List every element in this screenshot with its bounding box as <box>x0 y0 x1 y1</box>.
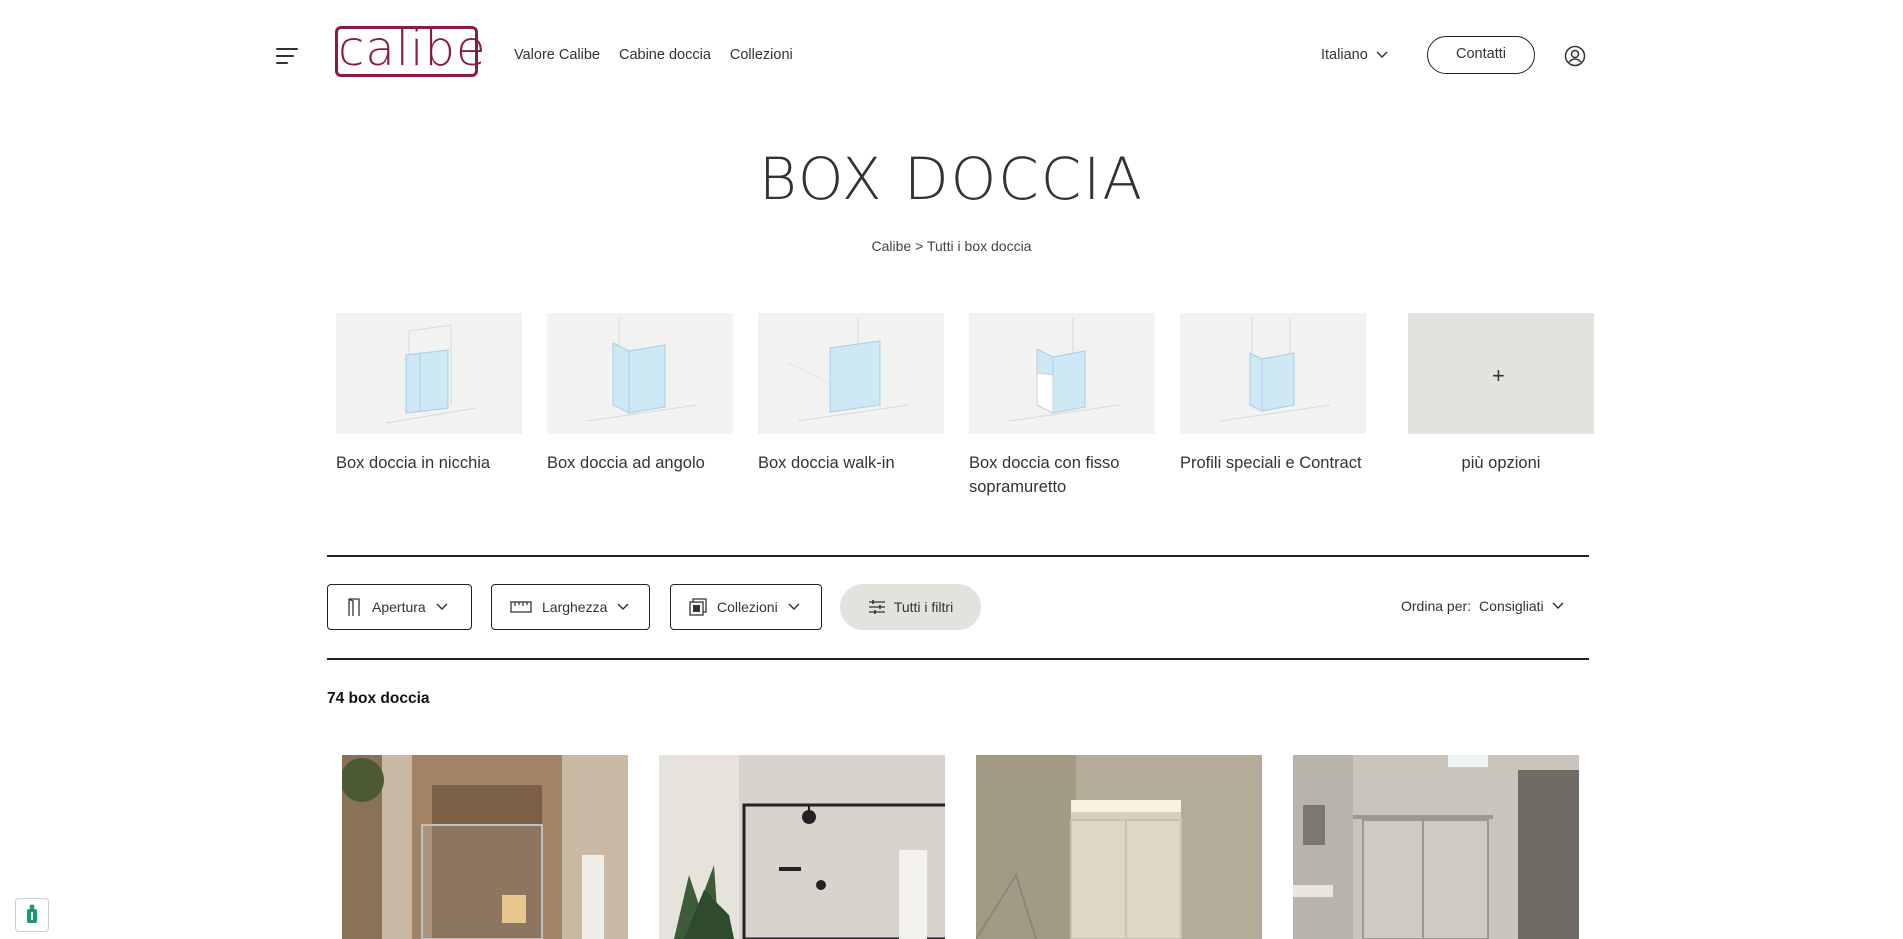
category-card-walk-in[interactable]: Box doccia walk-in <box>758 313 944 475</box>
shower-niche-illustration <box>385 324 477 424</box>
chevron-down-icon <box>436 603 448 611</box>
more-options-tile[interactable]: + <box>1408 313 1594 434</box>
breadcrumb-current: Tutti i box doccia <box>926 238 1032 254</box>
chevron-down-icon <box>617 603 629 611</box>
shower-special-illustration <box>1219 318 1331 422</box>
category-thumb[interactable] <box>547 313 733 434</box>
ruler-icon <box>510 601 532 613</box>
plus-icon: + <box>1492 363 1505 388</box>
category-label: Box doccia in nicchia <box>336 454 491 472</box>
category-card-contract[interactable]: Profili speciali e Contract <box>1180 313 1366 475</box>
page-title: BOX DOCCIA <box>758 145 1145 213</box>
product-photo <box>659 755 945 939</box>
nav-valore-calibe[interactable]: Valore Calibe <box>514 47 600 63</box>
product-photo <box>342 755 628 939</box>
sort-label: Ordina per: <box>1401 598 1472 614</box>
category-card-angolo[interactable]: Box doccia ad angolo <box>547 313 733 475</box>
main-nav: Valore Calibe Cabine doccia Collezioni <box>514 47 793 63</box>
sort-value: Consigliati <box>1479 598 1544 614</box>
cookie-settings-button[interactable] <box>15 898 49 932</box>
divider <box>327 555 1589 557</box>
product-card-image[interactable] <box>659 755 945 939</box>
shower-fixed-wall-illustration <box>1008 318 1120 422</box>
language-selector[interactable]: Italiano <box>1321 47 1388 63</box>
product-card-image[interactable] <box>1293 755 1579 939</box>
filter-width[interactable]: Larghezza <box>491 584 650 630</box>
contact-button[interactable]: Contatti <box>1427 36 1535 74</box>
cookie-icon <box>27 904 37 923</box>
category-label: Box doccia con fisso sopramuretto <box>969 454 1120 496</box>
hamburger-icon[interactable] <box>276 45 302 67</box>
category-thumb[interactable] <box>336 313 522 434</box>
site-header: calibe Valore Calibe Cabine doccia Colle… <box>0 0 1903 110</box>
collection-icon <box>689 598 707 616</box>
shower-walkin-illustration <box>787 318 909 422</box>
category-thumb[interactable] <box>758 313 944 434</box>
category-label: Profili speciali e Contract <box>1180 454 1362 472</box>
nav-collezioni[interactable]: Collezioni <box>730 47 793 63</box>
results-count: 74 box doccia <box>327 690 430 707</box>
category-label: Box doccia ad angolo <box>547 454 705 472</box>
product-card-image[interactable] <box>976 755 1262 939</box>
category-card-sopramuretto[interactable]: Box doccia con fisso sopramuretto <box>969 313 1155 499</box>
divider <box>327 658 1589 660</box>
chevron-down-icon <box>788 603 800 611</box>
breadcrumb: Calibe > Tutti i box doccia <box>0 238 1903 254</box>
filter-label: Larghezza <box>542 599 608 615</box>
category-label: più opzioni <box>1461 454 1541 472</box>
filter-collections[interactable]: Collezioni <box>670 584 822 630</box>
product-photo <box>1293 755 1579 939</box>
calibe-logo[interactable]: calibe <box>335 25 485 77</box>
sort-dropdown[interactable]: Consigliati <box>1479 598 1564 614</box>
sort-control: Ordina per: Consigliati <box>1401 598 1564 614</box>
user-icon[interactable] <box>1564 45 1586 67</box>
filter-opening[interactable]: Apertura <box>327 584 472 630</box>
filter-label: Apertura <box>372 599 426 615</box>
breadcrumb-separator: > <box>915 238 924 254</box>
category-card-more-options[interactable]: + più opzioni <box>1408 313 1594 475</box>
language-label: Italiano <box>1321 47 1368 63</box>
breadcrumb-home[interactable]: Calibe <box>872 238 912 254</box>
shower-corner-illustration <box>586 318 698 422</box>
all-filters-button[interactable]: Tutti i filtri <box>840 584 981 630</box>
all-filters-label: Tutti i filtri <box>893 599 954 615</box>
category-thumb[interactable] <box>1180 313 1366 434</box>
door-icon <box>348 598 360 616</box>
nav-cabine-doccia[interactable]: Cabine doccia <box>619 47 711 63</box>
category-label: Box doccia walk-in <box>758 454 895 472</box>
category-thumb[interactable] <box>969 313 1155 434</box>
product-card-image[interactable] <box>342 755 628 939</box>
sliders-icon <box>868 600 885 614</box>
chevron-down-icon <box>1552 602 1564 610</box>
product-photo <box>976 755 1262 939</box>
filter-label: Collezioni <box>717 599 778 615</box>
chevron-down-icon <box>1376 51 1388 59</box>
category-card-nicchia[interactable]: Box doccia in nicchia <box>336 313 522 475</box>
